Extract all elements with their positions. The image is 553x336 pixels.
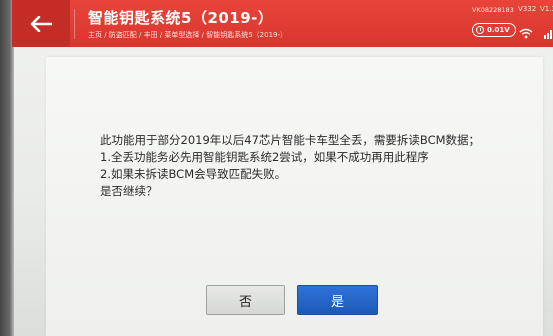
message-line: 是否继续？ bbox=[100, 184, 158, 198]
device-bezel bbox=[0, 0, 14, 336]
page-title: 智能钥匙系统5（2019-） bbox=[88, 9, 274, 27]
message-line: 此功能用于部分2019年以后47芯片智能卡车型全丢，需要拆读BCM数据； bbox=[100, 133, 481, 147]
clock-icon bbox=[476, 26, 484, 34]
software-version: V332 bbox=[518, 5, 537, 13]
serial-number: VK08228183 bbox=[472, 6, 514, 14]
message-line: 1.全丢功能务必先用智能钥匙系统2尝试，如果不成功再用此程序 bbox=[100, 150, 429, 164]
dialog-message: 此功能用于部分2019年以后47芯片智能卡车型全丢，需要拆读BCM数据； 1.全… bbox=[100, 132, 520, 200]
header-bar: 智能钥匙系统5（2019-） 主页 / 防盗匹配 / 丰田 / 菜单型选择 / … bbox=[12, 0, 553, 47]
back-arrow-icon bbox=[30, 15, 52, 32]
confirm-dialog: 此功能用于部分2019年以后47芯片智能卡车型全丢，需要拆读BCM数据； 1.全… bbox=[46, 57, 543, 336]
yes-button[interactable]: 是 bbox=[297, 285, 378, 315]
voltage-indicator: 0.01V bbox=[472, 23, 516, 37]
back-button[interactable] bbox=[12, 0, 70, 47]
screen: 智能钥匙系统5（2019-） 主页 / 防盗匹配 / 丰田 / 菜单型选择 / … bbox=[0, 0, 553, 336]
header-divider bbox=[74, 9, 75, 39]
breadcrumb: 主页 / 防盗匹配 / 丰田 / 菜单型选择 / 智能钥匙系统5（2019-） bbox=[88, 31, 288, 39]
signal-icon bbox=[544, 24, 553, 43]
message-line: 2.如果未拆读BCM会导致匹配失败。 bbox=[100, 167, 287, 181]
wifi-icon bbox=[519, 24, 533, 43]
no-button[interactable]: 否 bbox=[206, 285, 285, 315]
voltage-value: 0.01V bbox=[487, 26, 510, 34]
app-version: V1.3.7 bbox=[540, 5, 553, 13]
